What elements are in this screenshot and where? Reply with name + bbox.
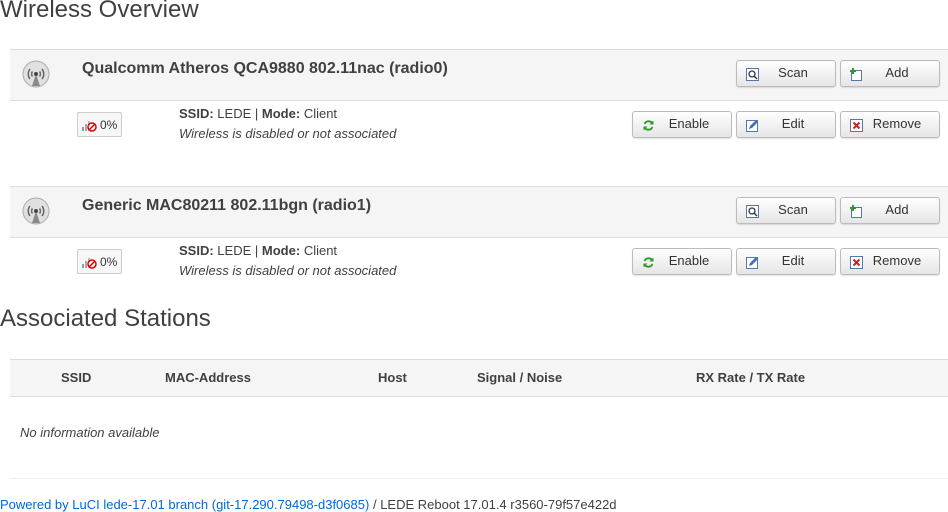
mode-value: Client [303,243,338,258]
network-info: SSID: LEDE | Mode: Client Wireless is di… [179,241,396,281]
footer-separator: / [372,497,377,512]
add-network-button[interactable]: Add [840,60,940,87]
add-icon [850,68,862,81]
luci-link[interactable]: Powered by LuCI lede-17.01 branch (git-1… [0,497,369,512]
column-header-rx-tx-rate: RX Rate / TX Rate [696,370,806,385]
mode-label: Mode: [261,106,301,121]
radio-name: Qualcomm Atheros QCA9880 802.11nac (radi… [82,60,448,77]
add-network-button[interactable]: Add [840,197,940,224]
column-header-mac-address: MAC-Address [165,370,251,385]
network-info: SSID: LEDE | Mode: Client Wireless is di… [179,104,396,144]
empty-table-message: No information available [20,425,160,440]
magnifier-icon [746,68,759,81]
ssid-value: LEDE [217,243,252,258]
refresh-icon [643,120,654,131]
footer: Powered by LuCI lede-17.01 branch (git-1… [0,497,617,512]
radio-name: Generic MAC80211 802.11bgn (radio1) [82,197,372,214]
scan-button[interactable]: Scan [736,197,836,224]
enable-button[interactable]: Enable [632,248,732,275]
signal-disabled-icon [82,258,97,269]
wifi-antenna-icon [22,60,50,88]
mode-value: Client [303,106,338,121]
refresh-icon [643,257,654,268]
column-header-signal-noise: Signal / Noise [477,370,563,385]
radio-header-radio1: Generic MAC80211 802.11bgn (radio1) Scan… [10,186,948,238]
magnifier-icon [746,205,759,218]
add-icon [850,205,862,218]
stations-table-header: SSID MAC-Address Host Signal / Noise RX … [10,359,948,397]
scan-button[interactable]: Scan [736,60,836,87]
separator: | [254,106,259,121]
remove-button[interactable]: Remove [840,248,940,275]
column-header-host: Host [378,370,407,385]
radio-header-radio0: Qualcomm Atheros QCA9880 802.11nac (radi… [10,49,948,101]
wifi-antenna-icon [22,197,50,225]
remove-button[interactable]: Remove [840,111,940,138]
mode-label: Mode: [261,243,301,258]
associated-stations-title: Associated Stations [0,305,211,332]
firmware-version: LEDE Reboot 17.01.4 r3560-79f57e422d [380,497,617,512]
remove-icon [850,119,863,132]
ssid-label: SSID: [179,243,214,258]
network-status: Wireless is disabled or not associated [179,263,397,278]
edit-icon [746,120,758,132]
edit-icon [746,257,758,269]
footer-divider [10,478,948,479]
ssid-label: SSID: [179,106,214,121]
signal-badge: 0% [77,249,122,274]
column-header-ssid: SSID [61,370,92,385]
edit-button[interactable]: Edit [736,248,836,275]
edit-button[interactable]: Edit [736,111,836,138]
separator: | [254,243,259,258]
ssid-value: LEDE [217,106,252,121]
network-status: Wireless is disabled or not associated [179,126,397,141]
remove-icon [850,256,863,269]
wireless-overview-title: Wireless Overview [0,0,199,23]
enable-button[interactable]: Enable [632,111,732,138]
signal-badge: 0% [77,112,122,137]
signal-disabled-icon [82,121,97,132]
